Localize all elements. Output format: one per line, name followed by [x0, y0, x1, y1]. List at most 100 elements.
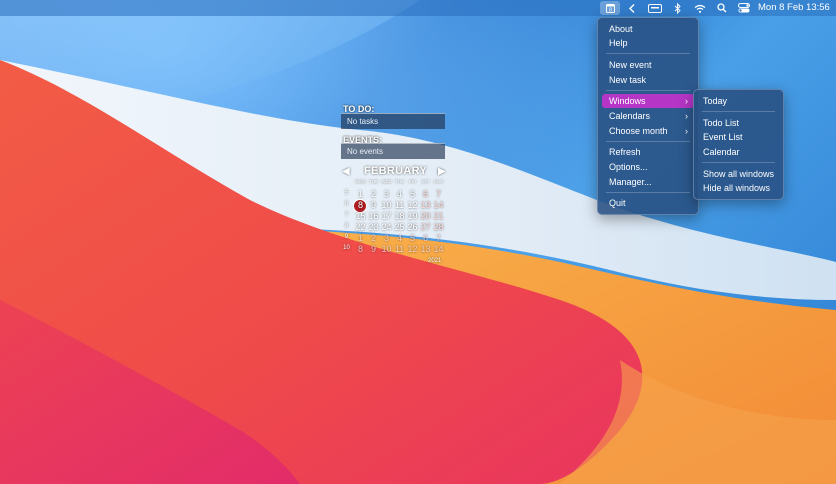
calendar-app-icon[interactable]: 8	[600, 1, 620, 15]
menu-item-new-task[interactable]: New task	[602, 73, 694, 87]
bluetooth-icon[interactable]	[671, 1, 683, 15]
calendar-day[interactable]: 16	[367, 211, 380, 221]
menu-item-refresh[interactable]: Refresh	[602, 145, 694, 159]
calendar-day[interactable]: 14	[432, 244, 445, 254]
calendar-day[interactable]: 1	[354, 189, 367, 199]
calendar-day[interactable]: 23	[367, 222, 380, 232]
calendar-day[interactable]: 19	[406, 211, 419, 221]
weekday-label: THU	[394, 179, 405, 184]
calendar-day[interactable]: 8	[354, 244, 367, 254]
menu-item-label: Windows	[609, 96, 646, 106]
calendar-day[interactable]: 15	[354, 211, 367, 221]
calendar-day[interactable]: 26	[406, 222, 419, 232]
menu-item-calendars[interactable]: Calendars ›	[602, 109, 694, 123]
menu-item-label: Choose month	[609, 126, 668, 136]
week-number: 5	[344, 190, 349, 196]
menu-separator	[606, 192, 690, 193]
calendar-day[interactable]: 17	[380, 211, 393, 221]
keyboard-icon[interactable]	[647, 1, 663, 15]
mini-calendar: ◀ FEBRUARY ▶ MON TUE WED THU FRI SAT SUN 5 1 2 3 4 5…	[342, 164, 448, 268]
calendar-day[interactable]: 25	[393, 222, 406, 232]
menu-separator	[702, 162, 775, 163]
calendar-day[interactable]: 13	[419, 244, 432, 254]
app-dropdown-menu: About Help New event New task Windows › C…	[597, 17, 699, 215]
calendar-day[interactable]: 11	[393, 244, 406, 254]
calendar-day[interactable]: 5	[406, 233, 419, 243]
menu-item-label: Help	[609, 38, 628, 48]
menu-bar-clock[interactable]: Mon 8 Feb 13:56	[758, 2, 830, 13]
submenu-item-today[interactable]: Today	[698, 94, 779, 108]
control-center-icon[interactable]	[737, 1, 751, 15]
calendar-day[interactable]: 27	[419, 222, 432, 232]
calendar-day[interactable]: 8	[354, 200, 367, 210]
menu-separator	[606, 141, 690, 142]
menu-item-options[interactable]: Options...	[602, 160, 694, 174]
weekday-label: SAT	[421, 179, 430, 184]
calendar-day[interactable]: 10	[380, 244, 393, 254]
menu-item-windows[interactable]: Windows ›	[602, 94, 694, 108]
menu-bar: 8 Mon 8 Feb 13:56	[0, 0, 836, 16]
weekday-label: TUE	[369, 179, 378, 184]
submenu-item-hide-all-windows[interactable]: Hide all windows	[698, 181, 779, 195]
calendar-day[interactable]: 2	[367, 233, 380, 243]
menu-item-manager[interactable]: Manager...	[602, 175, 694, 189]
week-number: 8	[344, 223, 349, 229]
calendar-day[interactable]: 6	[419, 233, 432, 243]
week-number: 10	[343, 245, 350, 251]
calendar-day[interactable]: 1	[354, 233, 367, 243]
chevron-left-icon[interactable]	[626, 1, 638, 15]
menu-separator	[606, 90, 690, 91]
calendar-day[interactable]: 14	[432, 200, 445, 210]
calendar-day[interactable]: 7	[432, 233, 445, 243]
submenu-item-show-all-windows[interactable]: Show all windows	[698, 167, 779, 181]
menu-item-label: Manager...	[609, 177, 652, 187]
next-month-arrow-icon[interactable]: ▶	[438, 166, 446, 177]
submenu-item-label: Hide all windows	[703, 183, 771, 193]
calendar-day[interactable]: 9	[367, 200, 380, 210]
submenu-item-event-list[interactable]: Event List	[698, 130, 779, 144]
submenu-item-todo-list[interactable]: Todo List	[698, 116, 779, 130]
calendar-day[interactable]: 22	[354, 222, 367, 232]
calendar-day[interactable]: 10	[380, 200, 393, 210]
wifi-icon[interactable]	[693, 1, 707, 15]
calendar-day[interactable]: 4	[393, 189, 406, 199]
submenu-item-label: Today	[703, 96, 728, 106]
calendar-day[interactable]: 11	[393, 200, 406, 210]
menu-item-new-event[interactable]: New event	[602, 58, 694, 72]
calendar-day[interactable]: 28	[432, 222, 445, 232]
submenu-item-calendar[interactable]: Calendar	[698, 145, 779, 159]
menu-item-choose-month[interactable]: Choose month ›	[602, 124, 694, 138]
calendar-day[interactable]: 7	[432, 189, 445, 199]
menu-separator	[702, 111, 775, 112]
calendar-day[interactable]: 9	[367, 244, 380, 254]
desktop-wallpaper: TO DO: No tasks EVENTS: No events ◀ FEBR…	[0, 0, 836, 484]
calendar-day[interactable]: 21	[432, 211, 445, 221]
calendar-day[interactable]: 20	[419, 211, 432, 221]
calendar-day[interactable]: 12	[406, 200, 419, 210]
submenu-item-label: Show all windows	[703, 169, 775, 179]
submenu-item-label: Calendar	[703, 147, 740, 157]
calendar-day[interactable]: 4	[393, 233, 406, 243]
calendar-day[interactable]: 13	[419, 200, 432, 210]
calendar-day[interactable]: 18	[393, 211, 406, 221]
previous-month-arrow-icon[interactable]: ◀	[342, 166, 350, 177]
menu-item-about[interactable]: About	[602, 22, 694, 36]
menu-separator	[606, 53, 690, 54]
week-number: 6	[344, 201, 349, 207]
calendar-day[interactable]: 24	[380, 222, 393, 232]
menu-item-label: Calendars	[609, 111, 651, 121]
calendar-day[interactable]: 5	[406, 189, 419, 199]
calendar-day[interactable]: 3	[380, 233, 393, 243]
calendar-day[interactable]: 3	[380, 189, 393, 199]
calendar-day[interactable]: 12	[406, 244, 419, 254]
week-number: 7	[344, 212, 349, 218]
todo-list-box[interactable]: No tasks	[341, 113, 445, 129]
chevron-right-icon: ›	[685, 96, 688, 106]
menu-item-quit[interactable]: Quit	[602, 196, 694, 210]
calendar-day[interactable]: 6	[419, 189, 432, 199]
menu-item-help[interactable]: Help	[602, 36, 694, 50]
calendar-year: 2021	[428, 258, 442, 264]
search-icon[interactable]	[716, 1, 728, 15]
calendar-day[interactable]: 2	[367, 189, 380, 199]
events-list-box[interactable]: No events	[341, 143, 445, 159]
